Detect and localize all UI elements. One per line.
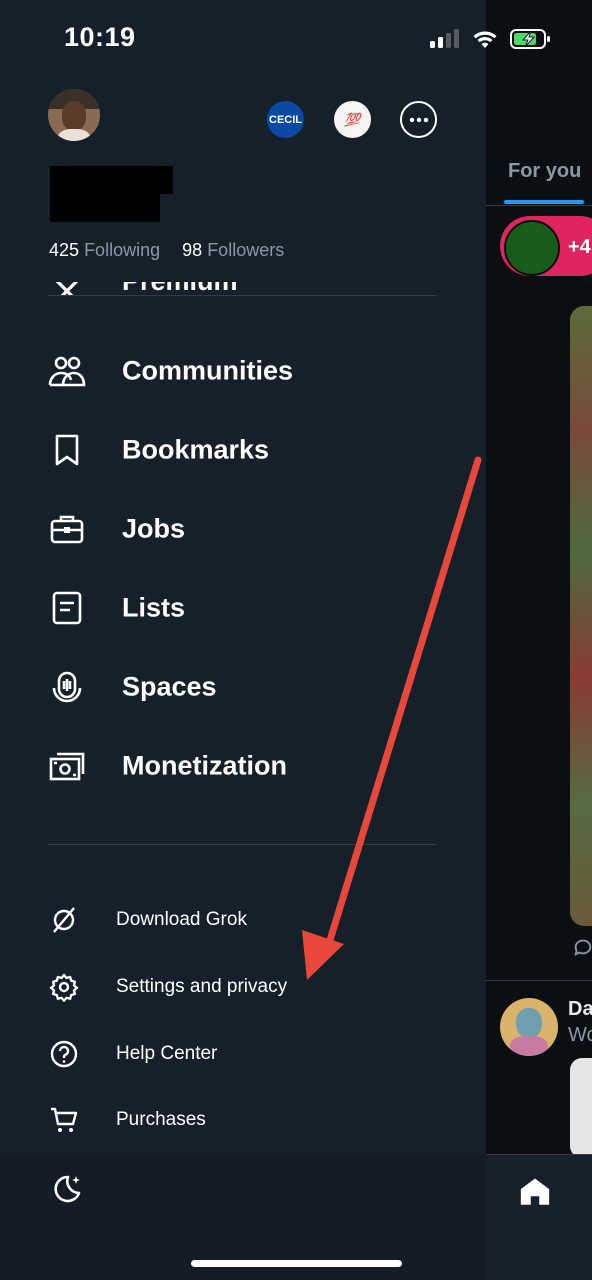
menu-item-bookmarks[interactable]: Bookmarks: [0, 415, 486, 485]
menu-item-purchases[interactable]: Purchases: [0, 1095, 486, 1145]
space-count-badge: +4: [568, 236, 591, 258]
post-author-avatar[interactable]: [500, 998, 558, 1056]
account-switch-cecil[interactable]: CECIL: [267, 101, 304, 138]
menu-item-monetization[interactable]: Monetization: [0, 731, 486, 801]
menu-item-label: Jobs: [122, 513, 186, 544]
menu-item-lists[interactable]: Lists: [0, 573, 486, 643]
menu-item-label: Monetization: [122, 750, 287, 781]
account-switch-hundred[interactable]: 💯: [334, 101, 371, 138]
bottom-tab-bar: [486, 1154, 592, 1280]
menu-item-spaces[interactable]: Spaces: [0, 652, 486, 722]
menu-item-label: Communities: [122, 355, 294, 386]
dark-mode-toggle-icon[interactable]: [48, 1172, 84, 1213]
menu-item-help-center[interactable]: Help Center: [0, 1029, 486, 1079]
menu-item-label: Premium: [122, 282, 238, 296]
menu-item-label: Download Grok: [116, 909, 247, 930]
post-image[interactable]: [570, 306, 592, 926]
help-icon: [48, 1038, 80, 1070]
money-icon: [48, 747, 86, 785]
menu-item-download-grok[interactable]: Download Grok: [0, 895, 486, 945]
follow-stats: 425 Following 98 Followers: [49, 240, 284, 261]
space-avatar: [504, 220, 560, 276]
followers-count[interactable]: 98: [182, 240, 202, 260]
tab-for-you[interactable]: For you: [508, 160, 581, 183]
grok-icon: [48, 904, 80, 936]
post-author-name[interactable]: Da: [568, 998, 592, 1021]
menu-item-settings-privacy[interactable]: Settings and privacy: [0, 962, 486, 1012]
menu-item-label: Lists: [122, 592, 186, 623]
background-timeline: For you +4 Da Wo: [486, 0, 592, 1280]
menu-item-label: Spaces: [122, 671, 217, 702]
reply-icon[interactable]: [572, 936, 592, 963]
x-logo-icon: [52, 282, 82, 296]
menu-item-communities[interactable]: Communities: [0, 336, 486, 406]
menu-item-label: Bookmarks: [122, 434, 270, 465]
home-indicator: [191, 1260, 402, 1267]
side-drawer: CECIL 💯 425 Following 98 Followers Premi…: [0, 0, 486, 1280]
post-text: Wo: [568, 1024, 592, 1046]
more-icon: [409, 117, 428, 122]
menu-item-label: Help Center: [116, 1043, 218, 1064]
followers-label[interactable]: Followers: [207, 240, 284, 260]
following-label[interactable]: Following: [84, 240, 160, 260]
divider: [486, 980, 592, 981]
spaces-icon: [48, 668, 86, 706]
following-count[interactable]: 425: [49, 240, 79, 260]
post-media[interactable]: [570, 1058, 592, 1158]
menu-item-label: Settings and privacy: [116, 976, 288, 997]
divider: [486, 205, 592, 206]
divider: [48, 295, 437, 296]
menu-item-label: Purchases: [116, 1109, 206, 1130]
home-icon[interactable]: [518, 1175, 552, 1214]
tab-underline: [504, 200, 584, 204]
divider: [48, 844, 437, 845]
avatar[interactable]: [48, 89, 100, 141]
bookmark-icon: [48, 431, 86, 469]
menu-item-jobs[interactable]: Jobs: [0, 494, 486, 564]
cart-icon: [48, 1104, 80, 1136]
menu-item-premium[interactable]: Premium: [0, 282, 486, 296]
more-accounts-button[interactable]: [400, 101, 437, 138]
communities-icon: [48, 352, 86, 390]
gear-icon: [48, 971, 80, 1003]
list-icon: [48, 589, 86, 627]
briefcase-icon: [48, 510, 86, 548]
